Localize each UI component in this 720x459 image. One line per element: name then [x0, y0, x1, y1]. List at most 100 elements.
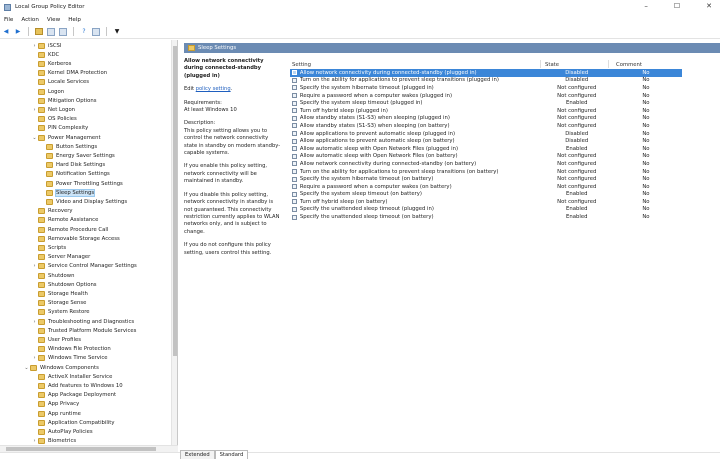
scroll-thumb[interactable] — [6, 447, 156, 451]
tab-standard[interactable]: Standard — [214, 450, 249, 459]
tree-node[interactable]: Energy Saver Settings — [40, 151, 115, 160]
policy-row[interactable]: Turn on the ability for applications to … — [290, 77, 682, 85]
policy-row[interactable]: Allow automatic sleep with Open Network … — [290, 153, 682, 161]
tree-node[interactable]: App Package Deployment — [32, 391, 116, 400]
tree-node[interactable]: › Biometrics — [32, 437, 76, 445]
tree-node[interactable]: Shutdown — [32, 271, 74, 280]
tree-vertical-scrollbar[interactable] — [171, 40, 177, 445]
tree-node[interactable]: Remote Assistance — [32, 216, 98, 225]
expand-arrow-icon[interactable]: › — [32, 319, 37, 325]
tree-node[interactable]: Kerberos — [32, 59, 71, 68]
column-divider[interactable] — [540, 60, 541, 68]
policy-row[interactable]: Turn off hybrid sleep (on battery) Not co… — [290, 198, 682, 206]
policy-row[interactable]: Allow standby states (S1-S3) when sleepi… — [290, 115, 682, 123]
tree-node[interactable]: › Service Control Manager Settings — [32, 262, 137, 271]
maximize-button[interactable]: ☐ — [674, 2, 680, 10]
expand-arrow-icon[interactable]: › — [32, 107, 37, 113]
policy-row[interactable]: Turn off hybrid sleep (plugged in) Not co… — [290, 107, 682, 115]
tree-node[interactable]: Sleep Settings — [40, 188, 96, 197]
expand-arrow-icon[interactable]: ⌄ — [32, 135, 37, 141]
tree-node[interactable]: Power Throttling Settings — [40, 179, 123, 188]
expand-arrow-icon[interactable]: › — [32, 263, 37, 269]
column-header-setting[interactable]: Setting — [292, 60, 311, 69]
scroll-thumb[interactable] — [173, 46, 177, 356]
tree-node[interactable]: User Profiles — [32, 335, 81, 344]
menu-view[interactable]: View — [47, 17, 60, 23]
tree-node[interactable]: Logon — [32, 87, 64, 96]
tree-node[interactable]: Add features to Windows 10 — [32, 381, 123, 390]
tree-node[interactable]: › Net Logon — [32, 105, 75, 114]
tree-node[interactable]: Storage Sense — [32, 299, 86, 308]
tree-node[interactable]: App runtime — [32, 409, 81, 418]
policy-row[interactable]: Allow applications to prevent automatic … — [290, 137, 682, 145]
column-divider[interactable] — [608, 60, 609, 68]
tree-node[interactable]: ActiveX Installer Service — [32, 372, 112, 381]
tree-node[interactable]: Hard Disk Settings — [40, 161, 105, 170]
menu-file[interactable]: File — [4, 17, 13, 23]
tree-node[interactable]: App Privacy — [32, 400, 79, 409]
policy-row[interactable]: Require a password when a computer wakes… — [290, 92, 682, 100]
tree-node[interactable]: Video and Display Settings — [40, 197, 127, 206]
tree-node[interactable]: PIN Complexity — [32, 124, 88, 133]
help-icon[interactable]: ? — [80, 28, 88, 36]
policy-row[interactable]: Allow standby states (S1-S3) when sleepi… — [290, 122, 682, 130]
expand-arrow-icon[interactable]: ⌄ — [24, 365, 29, 371]
filter-icon[interactable]: ▼ — [113, 28, 121, 36]
show-hide-tree-icon[interactable] — [47, 27, 55, 36]
tree-node[interactable]: Server Manager — [32, 253, 90, 262]
column-header-comment[interactable]: Comment — [616, 60, 642, 69]
tree-node[interactable]: Removable Storage Access — [32, 234, 120, 243]
tree-node[interactable]: Recovery — [32, 207, 73, 216]
properties-icon[interactable] — [92, 27, 100, 36]
policy-row[interactable]: Allow network connectivity during connec… — [290, 160, 682, 168]
policy-row[interactable]: Specify the system sleep timeout (on bat… — [290, 191, 682, 199]
policy-row[interactable]: Specify the system sleep timeout (plugge… — [290, 99, 682, 107]
policy-row[interactable]: Allow network connectivity during connec… — [290, 69, 682, 77]
tree-node[interactable]: Mitigation Options — [32, 96, 96, 105]
tree-node[interactable]: Storage Health — [32, 289, 88, 298]
expand-arrow-icon[interactable]: › — [32, 43, 37, 49]
tree-node[interactable]: Windows File Protection — [32, 345, 111, 354]
tree-node[interactable]: Button Settings — [40, 142, 97, 151]
tree-node[interactable]: ⌄ Windows Components — [24, 363, 99, 372]
policy-row[interactable]: Allow applications to prevent automatic … — [290, 130, 682, 138]
tree-node[interactable]: Trusted Platform Module Services — [32, 326, 136, 335]
menu-action[interactable]: Action — [21, 17, 39, 23]
tree-node[interactable]: Shutdown Options — [32, 280, 97, 289]
expand-arrow-icon[interactable]: › — [32, 438, 37, 444]
expand-arrow-icon[interactable]: › — [32, 355, 37, 361]
policy-row[interactable]: Specify the system hibernate timeout (on… — [290, 175, 682, 183]
policy-row[interactable]: Allow automatic sleep with Open Network … — [290, 145, 682, 153]
policy-row[interactable]: Require a password when a computer wakes… — [290, 183, 682, 191]
forward-arrow-icon[interactable]: ▶ — [14, 28, 22, 36]
policy-row[interactable]: Specify the system hibernate timeout (pl… — [290, 84, 682, 92]
back-arrow-icon[interactable]: ◀ — [2, 28, 10, 36]
tree-node[interactable]: Locale Services — [32, 78, 89, 87]
edit-policy-link[interactable]: policy setting — [196, 86, 231, 92]
policy-row[interactable]: Specify the unattended sleep timeout (on… — [290, 213, 682, 221]
tree-node[interactable]: Remote Procedure Call — [32, 225, 108, 234]
policy-row[interactable]: Turn on the ability for applications to … — [290, 168, 682, 176]
tree-node[interactable]: System Restore — [32, 308, 90, 317]
tree-horizontal-scrollbar[interactable] — [0, 445, 178, 452]
tree-node[interactable]: › Troubleshooting and Diagnostics — [32, 317, 134, 326]
tree-node[interactable]: Application Compatibility — [32, 418, 115, 427]
export-list-icon[interactable] — [59, 27, 67, 36]
policy-row[interactable]: Specify the unattended sleep timeout (pl… — [290, 206, 682, 214]
tree-node[interactable]: Kernel DMA Protection — [32, 69, 107, 78]
tree-node[interactable]: Notification Settings — [40, 170, 110, 179]
minimize-button[interactable]: – — [644, 2, 648, 10]
tree-node[interactable]: Scripts — [32, 243, 66, 252]
tree-node[interactable]: › iSCSI — [32, 41, 61, 50]
tree-node[interactable]: OS Policies — [32, 115, 77, 124]
tree-node[interactable]: KDC — [32, 50, 59, 59]
close-button[interactable]: ✕ — [706, 2, 712, 10]
tree-node[interactable]: ⌄ Power Management — [32, 133, 101, 142]
menu-help[interactable]: Help — [68, 17, 81, 23]
tree-node[interactable]: › Windows Time Service — [32, 354, 108, 363]
policy-tree[interactable]: › iSCSI KDC Kerberos Kernel DMA Protection Lo… — [0, 40, 178, 445]
up-folder-icon[interactable] — [35, 28, 43, 35]
tab-extended[interactable]: Extended — [180, 450, 215, 459]
tree-node[interactable]: AutoPlay Policies — [32, 427, 93, 436]
column-header-state[interactable]: State — [545, 60, 559, 69]
